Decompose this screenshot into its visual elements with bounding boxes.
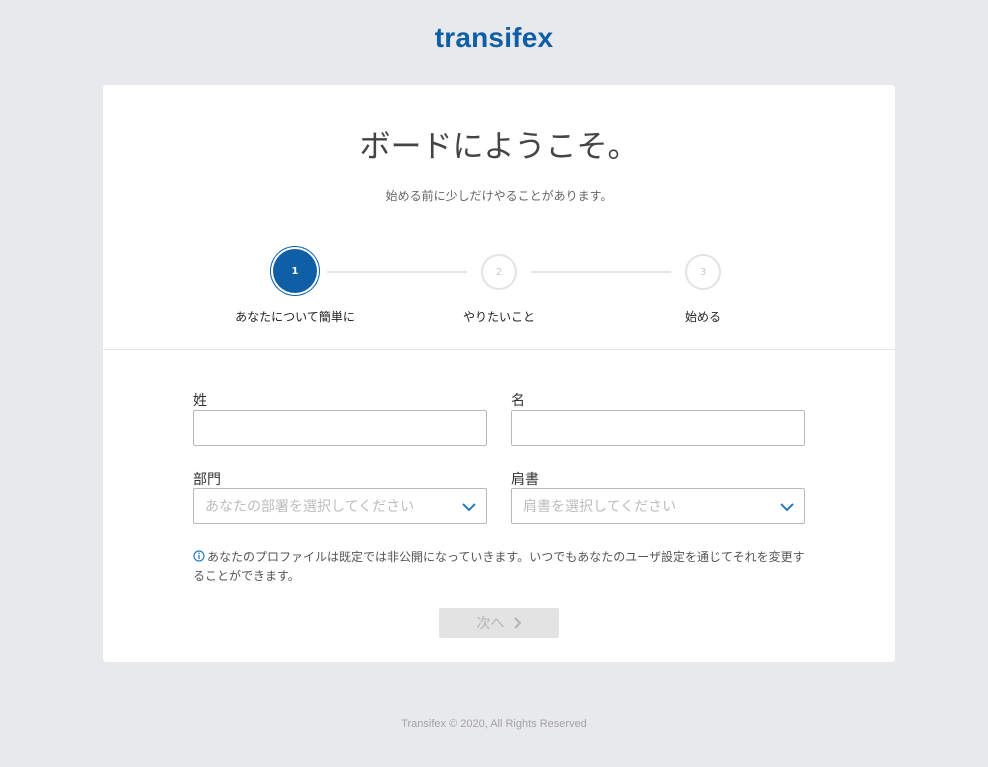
last-name-input[interactable] — [193, 410, 487, 446]
footer-copyright: Transifex © 2020, All Rights Reserved — [401, 718, 587, 730]
step-connector-1-2 — [327, 271, 467, 273]
onboarding-card: ボードにようこそ。 始める前に少しだけやることがあります。 1 2 3 あなたに… — [103, 85, 895, 662]
privacy-notice: あなたのプロファイルは既定では非公開になっていきます。いつでもあなたのユーザ設定… — [193, 548, 809, 586]
step-2-label: やりたいこと — [462, 310, 536, 324]
job-title-select[interactable]: 肩書を選択してください — [511, 488, 805, 524]
next-button-label: 次へ — [476, 616, 505, 632]
department-placeholder: あなたの部署を選択してください — [205, 499, 415, 515]
step-3-label: 始める — [684, 310, 722, 324]
job-title-placeholder: 肩書を選択してください — [523, 499, 677, 515]
transifex-logo: transifex — [434, 22, 554, 53]
department-select[interactable]: あなたの部署を選択してください — [193, 488, 487, 524]
chevron-down-icon — [462, 503, 476, 512]
next-button[interactable]: 次へ — [439, 608, 559, 638]
step-1-circle: 1 — [273, 249, 317, 293]
step-connector-2-3 — [531, 271, 671, 273]
section-divider — [103, 349, 895, 350]
first-name-input[interactable] — [511, 410, 805, 446]
department-label: 部門 — [193, 472, 221, 488]
chevron-right-icon — [513, 617, 521, 629]
page-title: ボードにようこそ。 — [359, 129, 639, 165]
step-1-label: あなたについて簡単に — [235, 310, 355, 324]
job-title-label: 肩書 — [511, 472, 539, 488]
last-name-label: 姓 — [193, 393, 207, 409]
first-name-label: 名 — [511, 393, 525, 409]
step-3-circle: 3 — [685, 254, 721, 290]
chevron-down-icon — [780, 503, 794, 512]
page-subtitle: 始める前に少しだけやることがあります。 — [385, 189, 613, 203]
info-icon — [193, 550, 205, 562]
privacy-notice-text: あなたのプロファイルは既定では非公開になっていきます。いつでもあなたのユーザ設定… — [193, 550, 805, 583]
step-2-circle: 2 — [481, 254, 517, 290]
